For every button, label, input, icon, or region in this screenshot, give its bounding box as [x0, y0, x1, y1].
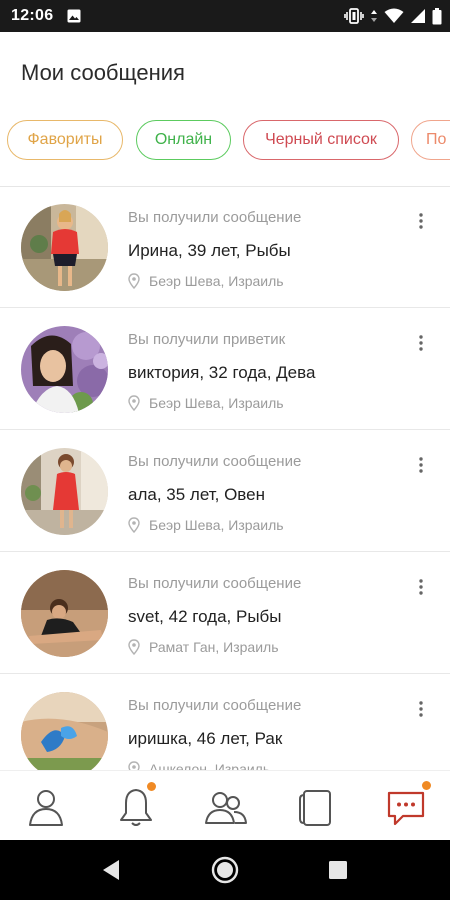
message-row[interactable]: Вы получили сообщение иришка, 46 лет, Ра…: [0, 675, 450, 770]
user-name: виктория, 32 года, Дева: [128, 363, 316, 382]
user-location: Беэр Шева, Израиль: [128, 273, 284, 289]
messages-list: Вы получили сообщение Ирина, 39 лет, Рыб…: [0, 187, 450, 770]
app-header: Мои сообщения: [0, 32, 450, 112]
chip-more[interactable]: По: [411, 120, 450, 160]
user-location: Беэр Шева, Израиль: [128, 395, 284, 411]
screen: 12:06 Мои сообщения Фавориты Онлайн Черн…: [0, 0, 450, 900]
chip-favorites[interactable]: Фавориты: [7, 120, 123, 160]
location-text: Беэр Шева, Израиль: [149, 273, 284, 289]
location-text: Ашкелон, Израиль: [149, 761, 271, 770]
system-navigation-bar: [0, 840, 450, 900]
page-title: Мои сообщения: [21, 60, 185, 85]
wifi-icon: [384, 8, 404, 23]
location-text: Беэр Шева, Израиль: [149, 395, 284, 411]
more-options-icon[interactable]: [413, 455, 429, 475]
user-location: Беэр Шева, Израиль: [128, 517, 284, 533]
message-status: Вы получили сообщение: [128, 453, 302, 470]
profile-icon[interactable]: [24, 785, 68, 829]
message-status: Вы получили сообщение: [128, 697, 302, 714]
cards-icon[interactable]: [294, 785, 338, 829]
image-icon: [67, 9, 81, 23]
filter-chips: Фавориты Онлайн Черный список По: [0, 112, 450, 170]
message-status: Вы получили сообщение: [128, 575, 302, 592]
location-pin-icon: [128, 273, 140, 289]
chip-blacklist[interactable]: Черный список: [243, 120, 399, 160]
home-icon[interactable]: [209, 854, 241, 886]
location-text: Беэр Шева, Израиль: [149, 517, 284, 533]
messages-icon: [387, 791, 425, 826]
messages-button[interactable]: [384, 781, 431, 829]
avatar[interactable]: [21, 448, 108, 535]
data-arrows-icon: [371, 10, 377, 22]
avatar[interactable]: [21, 570, 108, 657]
more-options-icon[interactable]: [413, 333, 429, 353]
message-row[interactable]: Вы получили сообщение svet, 42 года, Рыб…: [0, 553, 450, 674]
vibrate-icon: [344, 8, 364, 24]
signal-icon: [411, 9, 425, 23]
message-row[interactable]: Вы получили приветик виктория, 32 года, …: [0, 309, 450, 430]
user-name: svet, 42 года, Рыбы: [128, 607, 282, 626]
notification-badge: [147, 782, 156, 791]
location-pin-icon: [128, 639, 140, 655]
avatar[interactable]: [21, 692, 108, 770]
location-pin-icon: [128, 517, 140, 533]
user-name: иришка, 46 лет, Рак: [128, 729, 283, 748]
people-icon[interactable]: [204, 785, 248, 829]
avatar[interactable]: [21, 326, 108, 413]
message-status: Вы получили приветик: [128, 331, 286, 348]
user-location: Рамат Ган, Израиль: [128, 639, 279, 655]
location-pin-icon: [128, 761, 140, 770]
status-time: 12:06: [11, 7, 54, 24]
location-text: Рамат Ган, Израиль: [149, 639, 279, 655]
recents-icon[interactable]: [322, 854, 354, 886]
location-pin-icon: [128, 395, 140, 411]
bell-icon: [120, 789, 152, 826]
status-bar: 12:06: [0, 0, 450, 32]
battery-icon: [432, 7, 442, 24]
status-icons: [344, 7, 442, 25]
message-status: Вы получили сообщение: [128, 209, 302, 226]
avatar[interactable]: [21, 204, 108, 291]
message-row[interactable]: Вы получили сообщение ала, 35 лет, Овен …: [0, 431, 450, 552]
back-icon[interactable]: [95, 854, 127, 886]
messages-badge: [422, 781, 431, 790]
message-row[interactable]: Вы получили сообщение Ирина, 39 лет, Рыб…: [0, 187, 450, 308]
user-location: Ашкелон, Израиль: [128, 761, 270, 770]
chip-online[interactable]: Онлайн: [136, 120, 231, 160]
user-name: ала, 35 лет, Овен: [128, 485, 265, 504]
more-options-icon[interactable]: [413, 211, 429, 231]
user-name: Ирина, 39 лет, Рыбы: [128, 241, 291, 260]
notifications-button[interactable]: [114, 782, 158, 829]
more-options-icon[interactable]: [413, 577, 429, 597]
more-options-icon[interactable]: [413, 699, 429, 719]
bottom-navigation: [0, 770, 450, 840]
